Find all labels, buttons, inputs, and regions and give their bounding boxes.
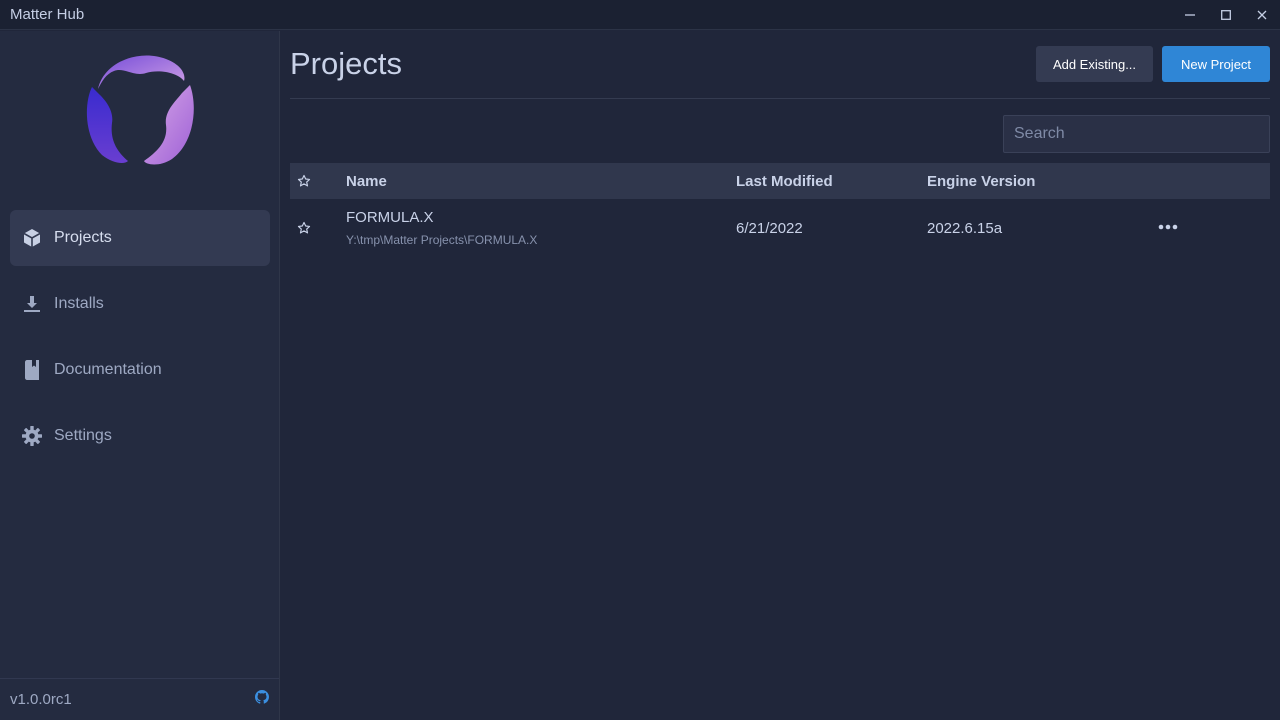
title-bar: Matter Hub bbox=[0, 0, 1280, 30]
sidebar-item-label: Documentation bbox=[54, 361, 162, 378]
favorite-column-star-icon[interactable] bbox=[296, 173, 312, 189]
sidebar-item-label: Installs bbox=[54, 295, 104, 312]
version-label: v1.0.0rc1 bbox=[10, 691, 72, 708]
sidebar-item-documentation[interactable]: Documentation bbox=[10, 342, 270, 398]
sidebar-footer: v1.0.0rc1 bbox=[0, 678, 279, 720]
download-icon bbox=[22, 294, 42, 314]
column-header-last-modified[interactable]: Last Modified bbox=[736, 173, 833, 190]
column-header-engine-version[interactable]: Engine Version bbox=[927, 173, 1035, 190]
matter-logo bbox=[86, 55, 194, 165]
github-icon[interactable] bbox=[255, 690, 269, 709]
table-row[interactable]: FORMULA.X Y:\tmp\Matter Projects\FORMULA… bbox=[290, 199, 1270, 257]
header-divider bbox=[290, 98, 1270, 99]
add-existing-button[interactable]: Add Existing... bbox=[1036, 46, 1153, 82]
project-name: FORMULA.X bbox=[346, 209, 434, 226]
minimize-icon bbox=[1185, 14, 1195, 16]
project-path: Y:\tmp\Matter Projects\FORMULA.X bbox=[346, 233, 538, 247]
sidebar-item-settings[interactable]: Settings bbox=[10, 408, 270, 464]
sidebar: Projects Installs Documentation Settings… bbox=[0, 31, 280, 720]
minimize-button[interactable] bbox=[1172, 0, 1208, 30]
cube-icon bbox=[22, 228, 42, 248]
gear-icon bbox=[22, 426, 42, 446]
sidebar-item-installs[interactable]: Installs bbox=[10, 276, 270, 332]
search-input[interactable] bbox=[1003, 115, 1270, 153]
more-options-icon[interactable] bbox=[1156, 217, 1180, 237]
sidebar-nav: Projects Installs Documentation Settings bbox=[10, 210, 270, 474]
maximize-button[interactable] bbox=[1208, 0, 1244, 30]
window-controls bbox=[1172, 0, 1280, 30]
new-project-button[interactable]: New Project bbox=[1162, 46, 1270, 82]
main-content: Projects Add Existing... New Project Nam… bbox=[290, 31, 1270, 720]
favorite-star-icon[interactable] bbox=[296, 220, 312, 236]
page-title: Projects bbox=[290, 46, 402, 81]
sidebar-item-projects[interactable]: Projects bbox=[10, 210, 270, 266]
maximize-icon bbox=[1221, 10, 1231, 20]
window-title: Matter Hub bbox=[10, 6, 85, 23]
sidebar-item-label: Projects bbox=[54, 229, 112, 246]
book-icon bbox=[22, 360, 42, 380]
projects-table: Name Last Modified Engine Version FORMUL… bbox=[290, 163, 1270, 257]
project-engine-version: 2022.6.15a bbox=[927, 220, 1003, 237]
column-header-name[interactable]: Name bbox=[346, 173, 387, 190]
close-icon bbox=[1257, 10, 1267, 20]
close-button[interactable] bbox=[1244, 0, 1280, 30]
project-last-modified: 6/21/2022 bbox=[736, 220, 803, 237]
sidebar-item-label: Settings bbox=[54, 427, 112, 444]
table-header: Name Last Modified Engine Version bbox=[290, 163, 1270, 199]
